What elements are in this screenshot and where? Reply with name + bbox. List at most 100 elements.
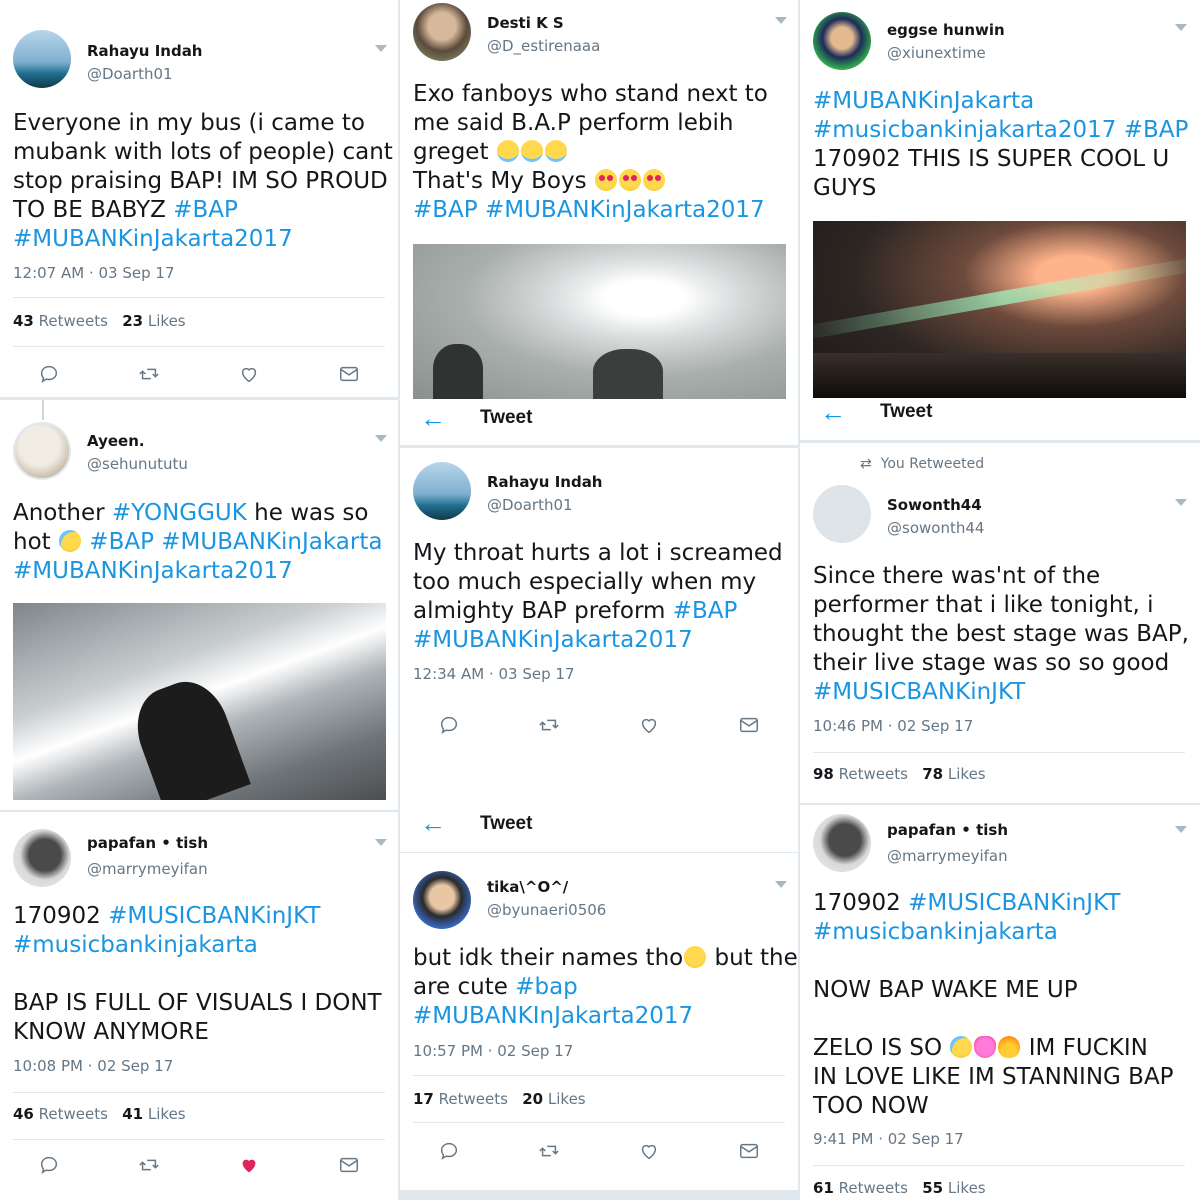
timestamp[interactable]: 10:46 PM · 02 Sep 17 xyxy=(813,717,973,735)
display-name[interactable]: Desti K S xyxy=(487,14,564,32)
timestamp[interactable]: 9:41 PM · 02 Sep 17 xyxy=(813,1130,964,1148)
hashtag-link[interactable]: #MUBANKinJakarta2017 xyxy=(413,626,783,655)
chevron-down-icon[interactable] xyxy=(775,17,787,24)
engagement-stats[interactable]: 61 Retweets 55 Likes xyxy=(813,1179,986,1197)
hashtag-link[interactable]: #musicbankinjakarta xyxy=(813,918,1174,947)
like-icon[interactable] xyxy=(238,363,260,385)
heart-eyes-emoji-icon xyxy=(618,169,641,191)
message-icon[interactable] xyxy=(338,363,360,385)
user-handle[interactable]: @xiunextime xyxy=(887,44,986,62)
photo-subject xyxy=(593,349,663,399)
hashtag-link[interactable]: #BAP xyxy=(1124,117,1189,143)
avatar[interactable] xyxy=(13,30,71,88)
user-handle[interactable]: @sehunututu xyxy=(87,455,188,473)
divider xyxy=(13,1139,385,1140)
hashtag-link[interactable]: #YONGGUK xyxy=(112,500,247,526)
photo-stage xyxy=(813,353,1186,398)
hashtag-link[interactable]: #MUSICBANKinJKT xyxy=(813,678,1189,707)
hashtag-link[interactable]: #MUSICBANKinJKT xyxy=(108,903,320,929)
user-handle[interactable]: @marrymeyifan xyxy=(87,860,208,878)
avatar[interactable] xyxy=(413,462,471,520)
tweet-photo[interactable] xyxy=(813,221,1186,398)
user-handle[interactable]: @byunaeri0506 xyxy=(487,901,606,919)
hashtag-link[interactable]: #BAP xyxy=(413,197,478,223)
avatar[interactable] xyxy=(813,814,871,872)
hashtag-link[interactable]: #bap xyxy=(515,974,578,1000)
reply-icon[interactable] xyxy=(38,363,60,385)
like-icon[interactable] xyxy=(638,714,660,736)
display-name[interactable]: Rahayu Indah xyxy=(487,473,603,491)
hashtag-link[interactable]: #musicbankinjakarta xyxy=(13,931,382,960)
user-handle[interactable]: @D_estirenaaa xyxy=(487,37,600,55)
chevron-down-icon[interactable] xyxy=(1175,499,1187,506)
user-handle[interactable]: @Doarth01 xyxy=(487,496,573,514)
tweet-photo[interactable] xyxy=(13,603,386,800)
hashtag-link[interactable]: #MUBANKinJakarta xyxy=(161,529,382,555)
hashtag-link[interactable]: #MUSICBANKinJKT xyxy=(908,890,1120,916)
reply-icon[interactable] xyxy=(438,714,460,736)
message-icon[interactable] xyxy=(738,1140,760,1162)
like-icon[interactable] xyxy=(638,1140,660,1162)
engagement-stats[interactable]: 43 Retweets 23 Likes xyxy=(13,312,186,330)
display-name[interactable]: Ayeen. xyxy=(87,432,145,450)
engagement-stats[interactable]: 98 Retweets 78 Likes xyxy=(813,765,986,783)
user-handle[interactable]: @sowonth44 xyxy=(887,519,984,537)
retweet-icon[interactable] xyxy=(538,1140,560,1162)
hashtag-link[interactable]: #MUBANKInJakarta2017 xyxy=(413,1002,798,1031)
hashtag-link[interactable]: #MUBANKinJakarta2017 xyxy=(485,197,765,223)
timestamp[interactable]: 12:07 AM · 03 Sep 17 xyxy=(13,264,174,282)
like-icon-active[interactable] xyxy=(238,1154,260,1176)
you-retweeted-label: ⇄ You Retweeted xyxy=(860,456,985,472)
avatar[interactable] xyxy=(13,829,71,887)
divider xyxy=(413,1122,785,1123)
message-icon[interactable] xyxy=(738,714,760,736)
timestamp[interactable]: 12:34 AM · 03 Sep 17 xyxy=(413,665,574,683)
reply-icon[interactable] xyxy=(38,1154,60,1176)
chevron-down-icon[interactable] xyxy=(375,839,387,846)
reply-icon[interactable] xyxy=(438,1140,460,1162)
chevron-down-icon[interactable] xyxy=(1175,24,1187,31)
display-name[interactable]: tika\^O^/ xyxy=(487,878,568,896)
back-arrow-icon[interactable]: ← xyxy=(420,810,446,836)
user-handle[interactable]: @marrymeyifan xyxy=(887,847,1008,865)
engagement-stats[interactable]: 17 Retweets 20 Likes xyxy=(413,1090,586,1108)
chevron-down-icon[interactable] xyxy=(375,45,387,52)
tweet-text: 170902 #MUSICBANKinJKT #musicbankinjakar… xyxy=(813,890,1174,1119)
avatar[interactable] xyxy=(413,3,471,61)
hashtag-link[interactable]: #MUBANKinJakarta xyxy=(813,87,1188,116)
hashtag-link[interactable]: #musicbankinjakarta2017 xyxy=(813,117,1116,143)
hashtag-link[interactable]: #BAP xyxy=(173,197,238,223)
avatar[interactable] xyxy=(13,422,71,480)
message-icon[interactable] xyxy=(338,1154,360,1176)
retweet-icon[interactable] xyxy=(138,1154,160,1176)
hashtag-link[interactable]: #BAP xyxy=(89,529,154,555)
display-name[interactable]: Rahayu Indah xyxy=(87,42,203,60)
retweet-icon[interactable] xyxy=(138,363,160,385)
chevron-down-icon[interactable] xyxy=(375,435,387,442)
retweet-icon[interactable] xyxy=(538,714,560,736)
engagement-stats[interactable]: 46 Retweets 41 Likes xyxy=(13,1105,186,1123)
hashtag-link[interactable]: #MUBANKinJakarta2017 xyxy=(13,225,393,254)
timestamp[interactable]: 10:57 PM · 02 Sep 17 xyxy=(413,1042,573,1060)
avatar[interactable] xyxy=(813,485,871,543)
tweet-text: Since there was'nt of the performer that… xyxy=(813,563,1189,707)
timestamp[interactable]: 10:08 PM · 02 Sep 17 xyxy=(13,1057,173,1075)
chevron-down-icon[interactable] xyxy=(1175,826,1187,833)
display-name[interactable]: Sowonth44 xyxy=(887,496,982,514)
crying-emoji-icon xyxy=(950,1036,973,1058)
user-handle[interactable]: @Doarth01 xyxy=(87,65,173,83)
tweet-card-sowonth: ⇄ You Retweeted Sowonth44 @sowonth44 Sin… xyxy=(800,443,1200,803)
tweet-photo[interactable] xyxy=(413,244,786,399)
fire-emoji-icon xyxy=(998,1036,1021,1058)
hashtag-link[interactable]: #MUBANKinJakarta2017 xyxy=(13,557,382,586)
display-name[interactable]: eggse hunwin xyxy=(887,21,1005,39)
avatar[interactable] xyxy=(413,871,471,929)
hashtag-link[interactable]: #BAP xyxy=(673,598,738,624)
tweet-text: #MUBANKinJakarta #musicbankinjakarta2017… xyxy=(813,87,1189,201)
avatar[interactable] xyxy=(813,12,871,70)
back-arrow-icon[interactable]: ← xyxy=(420,405,446,431)
chevron-down-icon[interactable] xyxy=(775,881,787,888)
display-name[interactable]: papafan • tish xyxy=(87,834,208,852)
display-name[interactable]: papafan • tish xyxy=(887,821,1008,839)
back-arrow-icon[interactable]: ← xyxy=(820,399,846,425)
